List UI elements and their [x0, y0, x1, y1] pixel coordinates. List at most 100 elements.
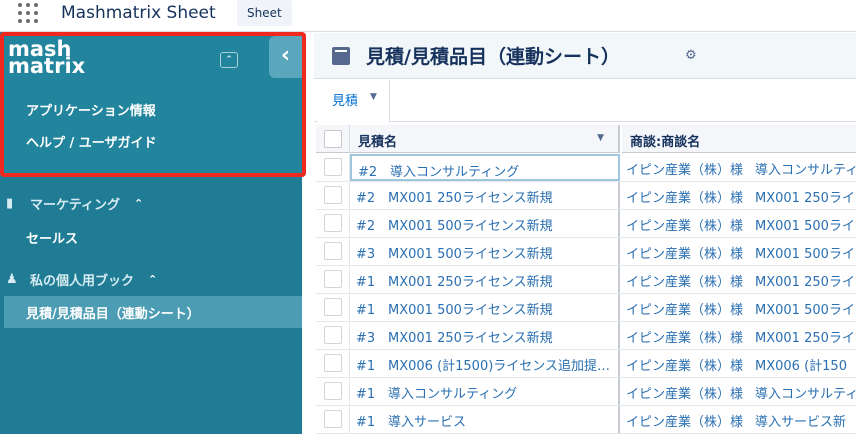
- select-all-checkbox[interactable]: [324, 130, 342, 148]
- quote-name-cell[interactable]: #1 MX001 500ライセンス新規: [350, 294, 620, 321]
- opportunity-link[interactable]: MX001 500ライ: [755, 219, 855, 234]
- row-checkbox[interactable]: [324, 158, 342, 176]
- table-row[interactable]: #2 MX001 250ライセンス新規 イピン産業（株）様 MX001 250ライ: [316, 182, 856, 210]
- quote-name-cell[interactable]: #1 導入サービス: [350, 406, 620, 433]
- table-row[interactable]: #1 導入サービス イピン産業（株）様 導入サービス新: [316, 406, 856, 434]
- sidebar-item-sales[interactable]: セールス: [26, 228, 78, 247]
- account-link[interactable]: イピン産業（株）様: [626, 275, 743, 290]
- quote-number[interactable]: #1: [356, 415, 388, 430]
- column-header-quote-name[interactable]: 見積名 ▼: [350, 125, 620, 153]
- opportunity-name-cell[interactable]: イピン産業（株）様 MX001 250ライ: [622, 266, 856, 293]
- row-checkbox[interactable]: [324, 186, 342, 204]
- opportunity-name-cell[interactable]: イピン産業（株）様 MX001 500ライ: [622, 238, 856, 265]
- opportunity-link[interactable]: MX001 250ライ: [755, 275, 855, 290]
- account-link[interactable]: イピン産業（株）様: [626, 303, 743, 318]
- chevron-down-icon[interactable]: ▼: [597, 133, 604, 143]
- nav-group-marketing[interactable]: ▮ マーケティング ⌃: [6, 194, 143, 213]
- collapse-sidebar-button[interactable]: ‹: [269, 36, 302, 78]
- opportunity-link[interactable]: 導入サービス新: [755, 415, 846, 430]
- quote-name-cell[interactable]: #1 導入コンサルティング: [350, 378, 620, 405]
- opportunity-link[interactable]: 導入コンサルティ: [755, 163, 856, 178]
- quote-name-cell[interactable]: #3 MX001 250ライセンス新規: [350, 322, 620, 349]
- chevron-down-icon[interactable]: ▼: [370, 92, 377, 102]
- quote-name-link[interactable]: MX001 250ライセンス新規: [388, 191, 553, 206]
- row-checkbox[interactable]: [324, 214, 342, 232]
- quote-name-cell[interactable]: #2 MX001 500ライセンス新規: [350, 210, 620, 237]
- sidebar-item-quote-sheet[interactable]: 見積/見積品目（連動シート）: [4, 296, 302, 328]
- column-header-opportunity-name[interactable]: 商談:商談名: [622, 125, 856, 153]
- quote-name-cell[interactable]: #2 MX001 250ライセンス新規: [350, 182, 620, 209]
- table-row[interactable]: #1 MX001 500ライセンス新規 イピン産業（株）様 MX001 500ライ: [316, 294, 856, 322]
- quote-number[interactable]: #2: [356, 219, 388, 234]
- row-checkbox[interactable]: [324, 242, 342, 260]
- account-link[interactable]: イピン産業（株）様: [626, 415, 743, 430]
- quote-name-link[interactable]: MX001 500ライセンス新規: [388, 219, 553, 234]
- app-launcher-icon[interactable]: [18, 3, 38, 23]
- opportunity-name-cell[interactable]: イピン産業（株）様 導入コンサルティ: [622, 378, 856, 405]
- quote-name-link[interactable]: 導入コンサルティング: [388, 387, 517, 402]
- quote-number[interactable]: #1: [356, 275, 388, 290]
- gear-icon[interactable]: ⚙: [685, 48, 697, 63]
- quote-number[interactable]: #1: [356, 303, 388, 318]
- chevron-up-icon[interactable]: ⌃: [220, 52, 238, 68]
- table-row[interactable]: #2 MX001 500ライセンス新規 イピン産業（株）様 MX001 500ライ: [316, 210, 856, 238]
- row-checkbox[interactable]: [324, 410, 342, 428]
- quote-number[interactable]: #2: [356, 191, 388, 206]
- quote-name-cell[interactable]: #2 導入コンサルティング: [350, 154, 620, 181]
- quote-name-link[interactable]: MX001 500ライセンス新規: [388, 303, 553, 318]
- opportunity-name-cell[interactable]: イピン産業（株）様 MX001 250ライ: [622, 322, 856, 349]
- table-row[interactable]: #3 MX001 250ライセンス新規 イピン産業（株）様 MX001 250ライ: [316, 322, 856, 350]
- opportunity-link[interactable]: MX001 250ライ: [755, 331, 855, 346]
- quote-number[interactable]: #1: [356, 387, 388, 402]
- opportunity-name-cell[interactable]: イピン産業（株）様 MX006 (計150: [622, 350, 856, 377]
- account-link[interactable]: イピン産業（株）様: [626, 331, 743, 346]
- quote-name-link[interactable]: MX001 500ライセンス新規: [388, 247, 553, 262]
- opportunity-link[interactable]: MX001 500ライ: [755, 303, 855, 318]
- account-link[interactable]: イピン産業（株）様: [626, 387, 743, 402]
- row-checkbox[interactable]: [324, 298, 342, 316]
- account-link[interactable]: イピン産業（株）様: [626, 219, 743, 234]
- select-all-header: [316, 125, 350, 153]
- opportunity-name-cell[interactable]: イピン産業（株）様 MX001 500ライ: [622, 294, 856, 321]
- help-guide-link[interactable]: ヘルプ / ユーザガイド: [26, 132, 157, 151]
- opportunity-name-cell[interactable]: イピン産業（株）様 MX001 250ライ: [622, 182, 856, 209]
- tab-sheet[interactable]: Sheet: [237, 0, 292, 26]
- opportunity-name-cell[interactable]: イピン産業（株）様 導入サービス新: [622, 406, 856, 433]
- page-title: 見積/見積品目（連動シート）: [366, 46, 620, 68]
- quote-number[interactable]: #2: [358, 165, 390, 179]
- account-link[interactable]: イピン産業（株）様: [626, 359, 743, 374]
- opportunity-name-cell[interactable]: イピン産業（株）様 MX001 500ライ: [622, 210, 856, 237]
- chevron-up-icon: ⌃: [133, 197, 144, 210]
- quote-number[interactable]: #1: [356, 359, 388, 374]
- row-checkbox[interactable]: [324, 354, 342, 372]
- table-row[interactable]: #1 MX006 (計1500)ライセンス追加提… イピン産業（株）様 MX006 (…: [316, 350, 856, 378]
- table-row[interactable]: #1 導入コンサルティング イピン産業（株）様 導入コンサルティ: [316, 378, 856, 406]
- account-link[interactable]: イピン産業（株）様: [626, 163, 743, 178]
- tab-quote[interactable]: 見積 ▼: [318, 80, 390, 122]
- app-info-link[interactable]: アプリケーション情報: [26, 100, 156, 119]
- opportunity-name-cell[interactable]: イピン産業（株）様 導入コンサルティ: [622, 154, 856, 181]
- account-link[interactable]: イピン産業（株）様: [626, 191, 743, 206]
- table-row[interactable]: #2 導入コンサルティング イピン産業（株）様 導入コンサルティ: [316, 154, 856, 182]
- opportunity-link[interactable]: MX006 (計150: [755, 359, 847, 374]
- quote-name-cell[interactable]: #1 MX001 250ライセンス新規: [350, 266, 620, 293]
- row-checkbox[interactable]: [324, 326, 342, 344]
- quote-number[interactable]: #3: [356, 247, 388, 262]
- quote-name-link[interactable]: MX006 (計1500)ライセンス追加提…: [388, 359, 610, 374]
- quote-name-link[interactable]: 導入サービス: [388, 415, 466, 430]
- quote-name-cell[interactable]: #3 MX001 500ライセンス新規: [350, 238, 620, 265]
- quote-name-link[interactable]: MX001 250ライセンス新規: [388, 331, 553, 346]
- row-checkbox[interactable]: [324, 270, 342, 288]
- account-link[interactable]: イピン産業（株）様: [626, 247, 743, 262]
- nav-group-personal-books[interactable]: ♟ 私の個人用ブック ⌃: [6, 270, 157, 289]
- opportunity-link[interactable]: MX001 250ライ: [755, 191, 855, 206]
- quote-name-link[interactable]: 導入コンサルティング: [390, 165, 519, 179]
- table-row[interactable]: #3 MX001 500ライセンス新規 イピン産業（株）様 MX001 500ライ: [316, 238, 856, 266]
- table-row[interactable]: #1 MX001 250ライセンス新規 イピン産業（株）様 MX001 250ライ: [316, 266, 856, 294]
- row-checkbox[interactable]: [324, 382, 342, 400]
- opportunity-link[interactable]: MX001 500ライ: [755, 247, 855, 262]
- quote-number[interactable]: #3: [356, 331, 388, 346]
- opportunity-link[interactable]: 導入コンサルティ: [755, 387, 856, 402]
- quote-name-link[interactable]: MX001 250ライセンス新規: [388, 275, 553, 290]
- quote-name-cell[interactable]: #1 MX006 (計1500)ライセンス追加提…: [350, 350, 620, 377]
